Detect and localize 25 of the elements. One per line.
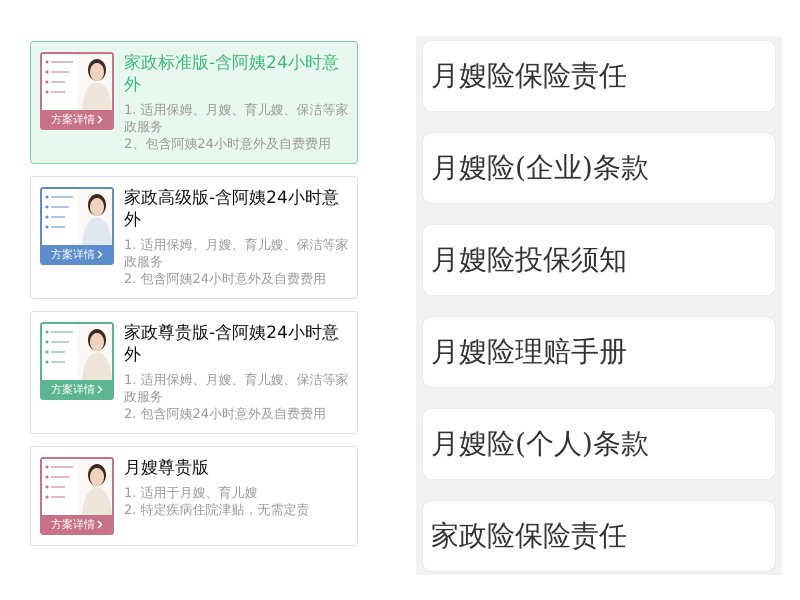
document-link[interactable]: 月嫂险(企业)条款 (422, 132, 776, 204)
chevron-right-icon (97, 250, 103, 258)
chevron-right-icon (97, 114, 103, 124)
plan-title: 家政尊贵版-含阿姨24小时意外 (124, 322, 340, 366)
plan-description: 2、包含阿姨24小时意外及自费费用 (124, 136, 332, 153)
plan-description: 2. 包含阿姨24小时意外及自费费用 (124, 271, 328, 288)
plan-card[interactable]: 方案详情 家政高级版-含阿姨24小时意外 1. 适用保姆、月嫂、育儿嫂、保洁等家政服务 2. 包含阿姨24小时意外及自费费用 (30, 176, 358, 299)
plan-card[interactable]: 方案详情 家政尊贵版-含阿姨24小时意外 1. 适用保姆、月嫂、育儿嫂、保洁等家政服务 2. 包含阿姨24小时意外及自费费用 (30, 311, 358, 434)
chevron-right-icon (97, 520, 103, 528)
document-link[interactable]: 月嫂险(个人)条款 (422, 408, 776, 480)
plan-title: 家政高级版-含阿姨24小时意外 (124, 187, 340, 231)
plan-card[interactable]: 方案详情 月嫂尊贵版 1. 适用于月嫂、育儿嫂 2. 特定疾病住院津贴，无需定责 (30, 446, 358, 546)
plan-description: 1. 适用于月嫂、育儿嫂 (124, 485, 259, 502)
document-link[interactable]: 家政险保险责任 (422, 500, 776, 572)
document-link[interactable]: 月嫂险保险责任 (422, 40, 776, 112)
plan-title: 家政标准版-含阿姨24小时意外 (124, 52, 340, 96)
plan-description: 2. 特定疾病住院津贴，无需定责 (124, 502, 310, 519)
plan-title: 月嫂尊贵版 (124, 457, 210, 479)
document-link[interactable]: 月嫂险投保须知 (422, 224, 776, 296)
plan-description: 1. 适用保姆、月嫂、育儿嫂、保洁等家政服务 (124, 372, 349, 406)
plan-description: 2. 包含阿姨24小时意外及自费费用 (124, 406, 328, 423)
plan-description: 1. 适用保姆、月嫂、育儿嫂、保洁等家政服务 (124, 102, 349, 136)
plan-description: 1. 适用保姆、月嫂、育儿嫂、保洁等家政服务 (124, 237, 349, 271)
document-link[interactable]: 月嫂险理赔手册 (422, 316, 776, 388)
chevron-right-icon (97, 384, 103, 394)
